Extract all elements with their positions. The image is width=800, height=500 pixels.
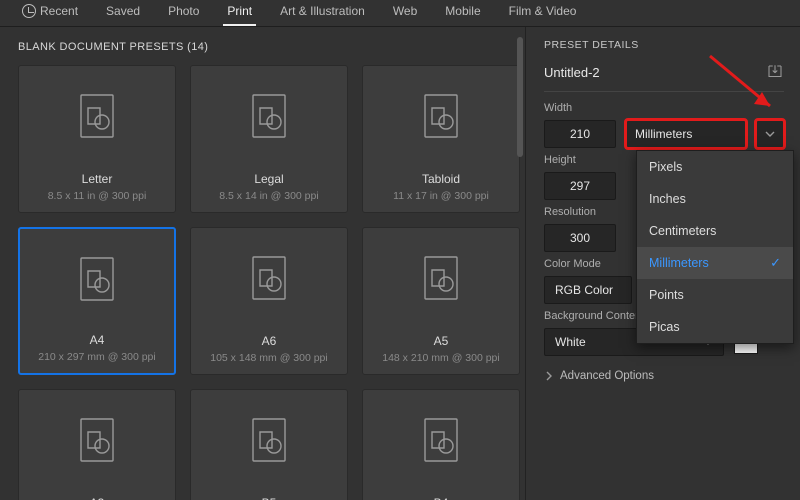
tab-recent[interactable]: Recent <box>8 0 92 26</box>
preset-name: B5 <box>262 496 277 500</box>
page-fold-icon <box>80 418 114 462</box>
colormode-select[interactable]: RGB Color <box>544 276 632 304</box>
tab-mobile[interactable]: Mobile <box>431 0 494 26</box>
page-fold-icon <box>252 256 286 300</box>
preset-name: A6 <box>262 334 277 348</box>
preset-card[interactable]: B4250 x 353 mm @ 300 ppi <box>362 389 520 500</box>
chevron-right-icon <box>544 371 554 381</box>
category-tabs: Recent Saved Photo Print Art & Illustrat… <box>0 0 800 27</box>
preset-card[interactable]: A6 105 x 148 mm @ 300 ppi <box>190 227 348 375</box>
unit-option-label: Picas <box>649 320 680 334</box>
preset-dimensions: 148 x 210 mm @ 300 ppi <box>382 352 499 364</box>
preset-card[interactable]: Legal 8.5 x 14 in @ 300 ppi <box>190 65 348 213</box>
resolution-input[interactable] <box>544 224 616 252</box>
details-heading: PRESET DETAILS <box>544 39 784 51</box>
preset-dimensions: 210 x 297 mm @ 300 ppi <box>38 351 155 363</box>
preset-dimensions: 8.5 x 14 in @ 300 ppi <box>219 190 318 202</box>
unit-dropdown-menu: Pixels Inches Centimeters Millimeters ✓ Point… <box>636 150 794 344</box>
preset-card[interactable]: A5 148 x 210 mm @ 300 ppi <box>362 227 520 375</box>
scrollbar-thumb[interactable] <box>517 37 523 157</box>
preset-card[interactable]: B5176 x 250 mm @ 300 ppi <box>190 389 348 500</box>
unit-select[interactable]: Millimeters <box>626 120 746 148</box>
unit-option-label: Inches <box>649 192 686 206</box>
unit-option[interactable]: Points <box>637 279 793 311</box>
preset-name: A5 <box>434 334 449 348</box>
unit-option[interactable]: Pixels <box>637 151 793 183</box>
page-fold-icon <box>424 418 458 462</box>
page-fold-icon <box>252 418 286 462</box>
width-input[interactable] <box>544 120 616 148</box>
divider <box>544 91 784 92</box>
preset-name: Tabloid <box>422 172 460 186</box>
page-fold-icon <box>80 257 114 301</box>
unit-option[interactable]: Centimeters <box>637 215 793 247</box>
chevron-down-icon <box>765 129 775 139</box>
save-preset-icon[interactable] <box>766 63 784 81</box>
unit-option[interactable]: Inches <box>637 183 793 215</box>
width-label: Width <box>544 102 784 114</box>
preset-dimensions: 105 x 148 mm @ 300 ppi <box>210 352 327 364</box>
preset-name: A4 <box>90 333 105 347</box>
preset-name: Letter <box>82 172 113 186</box>
tab-film-video[interactable]: Film & Video <box>495 0 591 26</box>
preset-card[interactable]: A3297 x 420 mm @ 300 ppi <box>18 389 176 500</box>
page-fold-icon <box>424 94 458 138</box>
tab-label: Recent <box>40 4 78 18</box>
unit-option-label: Centimeters <box>649 224 716 238</box>
page-fold-icon <box>424 256 458 300</box>
presets-heading: BLANK DOCUMENT PRESETS (14) <box>18 41 517 53</box>
document-name[interactable]: Untitled-2 <box>544 65 600 80</box>
tab-art-illustration[interactable]: Art & Illustration <box>266 0 379 26</box>
preset-name: A3 <box>90 496 105 500</box>
unit-option[interactable]: Picas <box>637 311 793 343</box>
unit-option-label: Millimeters <box>649 256 709 270</box>
colormode-value: RGB Color <box>555 283 613 297</box>
height-input[interactable] <box>544 172 616 200</box>
presets-panel: BLANK DOCUMENT PRESETS (14) Letter 8.5 x … <box>0 27 525 500</box>
tab-saved[interactable]: Saved <box>92 0 154 26</box>
preset-card[interactable]: Tabloid 11 x 17 in @ 300 ppi <box>362 65 520 213</box>
unit-select-value: Millimeters <box>635 127 692 141</box>
advanced-options-label: Advanced Options <box>560 370 654 382</box>
page-fold-icon <box>80 94 114 138</box>
scrollbar-track[interactable] <box>517 37 523 500</box>
tab-web[interactable]: Web <box>379 0 431 26</box>
page-fold-icon <box>252 94 286 138</box>
preset-card[interactable]: Letter 8.5 x 11 in @ 300 ppi <box>18 65 176 213</box>
tab-print[interactable]: Print <box>213 0 266 26</box>
unit-dropdown-toggle[interactable] <box>756 120 784 148</box>
preset-name: Legal <box>254 172 283 186</box>
unit-option-label: Pixels <box>649 160 682 174</box>
unit-option-label: Points <box>649 288 684 302</box>
unit-option[interactable]: Millimeters ✓ <box>637 247 793 279</box>
preset-card[interactable]: A4 210 x 297 mm @ 300 ppi <box>18 227 176 375</box>
tab-photo[interactable]: Photo <box>154 0 213 26</box>
advanced-options-toggle[interactable]: Advanced Options <box>544 370 784 382</box>
preset-dimensions: 11 x 17 in @ 300 ppi <box>393 190 489 202</box>
clock-icon <box>22 4 36 18</box>
check-icon: ✓ <box>770 255 781 271</box>
preset-name: B4 <box>434 496 449 500</box>
bg-value: White <box>555 335 586 349</box>
preset-dimensions: 8.5 x 11 in @ 300 ppi <box>48 190 147 202</box>
presets-grid: Letter 8.5 x 11 in @ 300 ppi Legal 8.5 x 14… <box>18 65 517 500</box>
